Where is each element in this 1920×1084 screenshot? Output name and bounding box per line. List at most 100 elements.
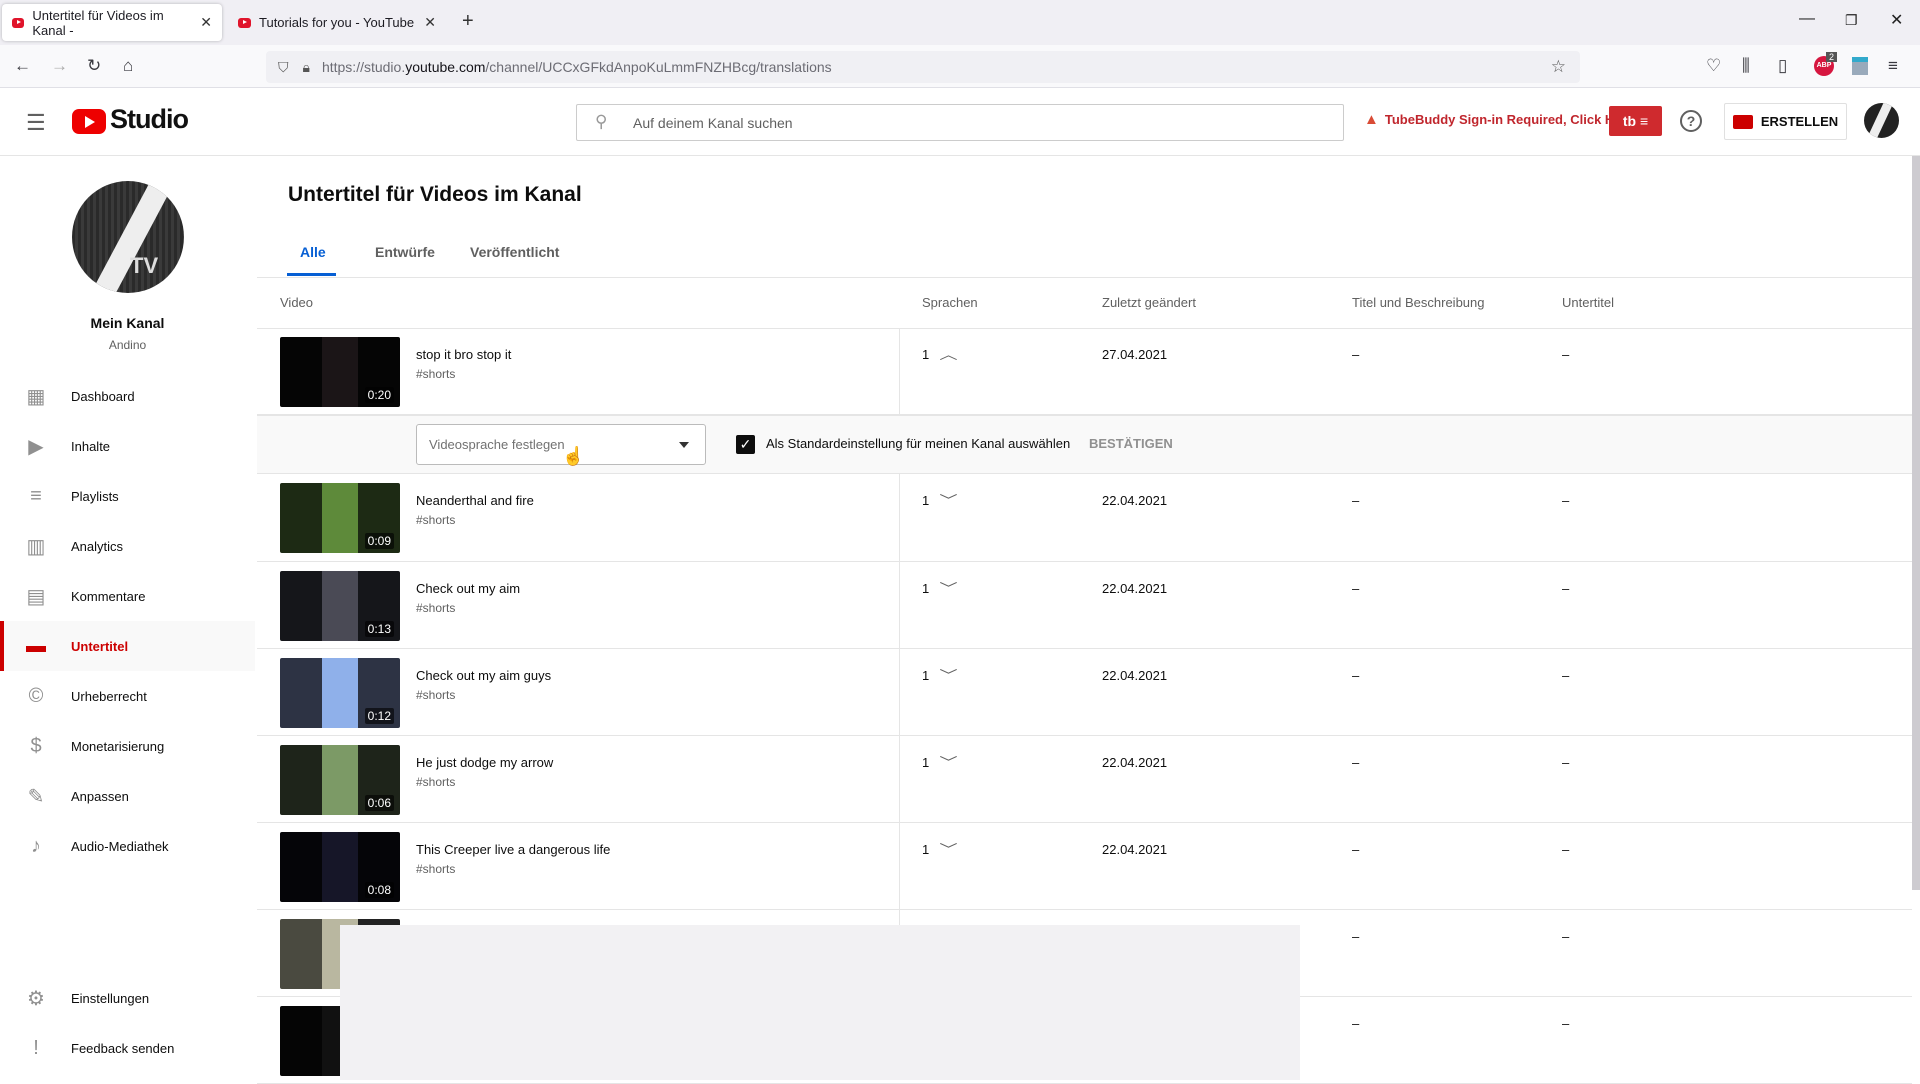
close-window-icon[interactable]: ✕ bbox=[1890, 10, 1903, 30]
restore-icon[interactable]: ❐ bbox=[1845, 12, 1858, 29]
subtitles-status: – bbox=[1562, 755, 1570, 770]
sidebar-item-feedback-senden[interactable]: ! Feedback senden bbox=[0, 1023, 255, 1073]
title-description-status: – bbox=[1352, 842, 1360, 857]
page-scrollbar[interactable] bbox=[1912, 156, 1920, 890]
gear-icon: ⚙ bbox=[27, 987, 45, 1010]
video-thumbnail[interactable]: 0:13 bbox=[280, 571, 400, 641]
sidebar-item-einstellungen[interactable]: ⚙ Einstellungen bbox=[0, 973, 255, 1023]
browser-tab-active[interactable]: Untertitel für Videos im Kanal - ✕ bbox=[2, 4, 222, 41]
title-description-status: – bbox=[1352, 347, 1360, 362]
sidebar-item-audio-mediathek[interactable]: ♪ Audio-Mediathek bbox=[0, 821, 255, 871]
title-description-status: – bbox=[1352, 929, 1360, 944]
sidebar-item-inhalte[interactable]: ▶ Inhalte bbox=[0, 421, 255, 471]
video-title[interactable]: Neanderthal and fire bbox=[416, 493, 534, 508]
tab-published[interactable]: Veröffentlicht bbox=[470, 244, 559, 260]
sidebar-item-anpassen[interactable]: ✎ Anpassen bbox=[0, 771, 255, 821]
warning-icon: ▲ bbox=[1364, 111, 1379, 128]
bookmark-star-icon[interactable]: ☆ bbox=[1551, 57, 1566, 77]
chevron-down-icon[interactable]: ﹀ bbox=[939, 752, 957, 771]
youtube-logo-icon[interactable] bbox=[72, 109, 106, 134]
chevron-down-icon[interactable]: ﹀ bbox=[939, 490, 957, 509]
confirm-button[interactable]: BESTÄTIGEN bbox=[1089, 436, 1173, 451]
sidebar-item-label: Untertitel bbox=[71, 638, 129, 654]
active-tab-indicator bbox=[287, 273, 336, 276]
video-title[interactable]: stop it bro stop it bbox=[416, 347, 511, 362]
sidebar-item-dashboard[interactable]: ▦ Dashboard bbox=[0, 371, 255, 421]
dashboard-icon: ▦ bbox=[26, 385, 46, 408]
page-title: Untertitel für Videos im Kanal bbox=[288, 183, 582, 206]
sidebar-item-urheberrecht[interactable]: © Urheberrecht bbox=[0, 671, 255, 721]
table-row[interactable] bbox=[257, 823, 1912, 910]
library-icon[interactable]: ⫼ bbox=[1742, 56, 1750, 76]
tab-title: Tutorials for you - YouTube bbox=[259, 15, 415, 30]
chevron-down-icon[interactable]: ﹀ bbox=[939, 665, 957, 684]
sidebar-item-kommentare[interactable]: ▤ Kommentare bbox=[0, 571, 255, 621]
create-button[interactable]: ERSTELLEN bbox=[1724, 103, 1847, 140]
close-tab-icon[interactable]: ✕ bbox=[424, 14, 436, 31]
chevron-down-icon[interactable]: ﹀ bbox=[939, 839, 957, 858]
language-count: 1 bbox=[922, 347, 930, 362]
close-tab-icon[interactable]: ✕ bbox=[200, 14, 212, 31]
dropdown-arrow-icon bbox=[679, 441, 689, 448]
column-header-video: Video bbox=[280, 295, 314, 310]
new-tab-button[interactable]: + bbox=[462, 10, 474, 33]
account-avatar[interactable] bbox=[1864, 103, 1899, 138]
sidebar-item-untertitel[interactable]: ▬ Untertitel bbox=[0, 621, 255, 671]
menu-icon[interactable]: ≡ bbox=[1888, 56, 1898, 76]
tab-drafts[interactable]: Entwürfe bbox=[375, 244, 435, 260]
tubebuddy-signin-link[interactable]: ▲ TubeBuddy Sign-in Required, Click Here bbox=[1364, 111, 1634, 128]
sidebar-item-label: Monetarisierung bbox=[71, 738, 165, 754]
video-title[interactable]: This Creeper live a dangerous life bbox=[416, 842, 610, 857]
video-description: #shorts bbox=[416, 367, 456, 381]
sidebar-item-monetarisierung[interactable]: $ Monetarisierung bbox=[0, 721, 255, 771]
table-row[interactable] bbox=[257, 562, 1912, 649]
column-header-languages[interactable]: Sprachen bbox=[922, 295, 978, 310]
reload-icon[interactable]: ↻ bbox=[87, 56, 101, 76]
video-thumbnail[interactable]: 0:08 bbox=[280, 832, 400, 902]
analytics-icon: ▥ bbox=[26, 535, 46, 558]
video-thumbnail[interactable]: 0:12 bbox=[280, 658, 400, 728]
video-language-select[interactable]: Videosprache festlegen bbox=[416, 424, 706, 465]
video-title[interactable]: Check out my aim guys bbox=[416, 668, 551, 683]
video-thumbnail[interactable]: 0:06 bbox=[280, 745, 400, 815]
title-description-status: – bbox=[1352, 493, 1360, 508]
table-row[interactable] bbox=[257, 649, 1912, 736]
help-icon[interactable]: ? bbox=[1680, 110, 1702, 132]
extension-icon[interactable] bbox=[1852, 57, 1868, 75]
subtitles-status: – bbox=[1562, 581, 1570, 596]
subtitles-status: – bbox=[1562, 668, 1570, 683]
video-title[interactable]: He just dodge my arrow bbox=[416, 755, 553, 770]
table-row[interactable] bbox=[257, 328, 1912, 415]
minimize-icon[interactable]: — bbox=[1799, 10, 1815, 28]
sidebar-item-playlists[interactable]: ≡ Playlists bbox=[0, 471, 255, 521]
default-setting-checkbox[interactable]: ✓ bbox=[736, 435, 755, 454]
column-header-last-modified[interactable]: Zuletzt geändert bbox=[1102, 295, 1196, 310]
pocket-icon[interactable]: ♡ bbox=[1706, 56, 1721, 76]
hamburger-menu-icon[interactable]: ☰ bbox=[26, 110, 46, 136]
comments-icon: ▤ bbox=[26, 585, 46, 608]
sidebar-icon[interactable]: ▯ bbox=[1778, 56, 1787, 76]
channel-avatar[interactable]: TV bbox=[72, 181, 184, 293]
url-bar[interactable]: ⛉ 🔒︎ https://studio.youtube.com/channel/… bbox=[266, 51, 1580, 83]
title-description-status: – bbox=[1352, 755, 1360, 770]
video-thumbnail[interactable]: 0:09 bbox=[280, 483, 400, 553]
table-row[interactable] bbox=[257, 474, 1912, 562]
hand-cursor-icon: ☝ bbox=[562, 446, 585, 466]
video-duration: 0:20 bbox=[364, 387, 394, 403]
channel-search-input[interactable]: ⚲ Auf deinem Kanal suchen bbox=[576, 104, 1344, 141]
tubebuddy-menu-button[interactable]: tb ≡ bbox=[1609, 106, 1662, 136]
forward-icon[interactable]: → bbox=[51, 56, 68, 76]
chevron-down-icon[interactable]: ﹀ bbox=[939, 578, 957, 597]
video-duration: 0:13 bbox=[364, 621, 394, 637]
table-row[interactable] bbox=[257, 736, 1912, 823]
video-title[interactable]: Check out my aim bbox=[416, 581, 520, 596]
chevron-up-icon[interactable]: ︿ bbox=[939, 344, 957, 363]
sidebar-item-analytics[interactable]: ▥ Analytics bbox=[0, 521, 255, 571]
video-description: #shorts bbox=[416, 775, 456, 789]
language-count: 1 bbox=[922, 581, 930, 596]
back-icon[interactable]: ← bbox=[14, 56, 31, 76]
tab-all[interactable]: Alle bbox=[300, 244, 326, 260]
home-icon[interactable]: ⌂ bbox=[123, 56, 133, 76]
video-thumbnail[interactable]: 0:20 bbox=[280, 337, 400, 407]
browser-tab[interactable]: Tutorials for you - YouTube ✕ bbox=[228, 4, 446, 41]
